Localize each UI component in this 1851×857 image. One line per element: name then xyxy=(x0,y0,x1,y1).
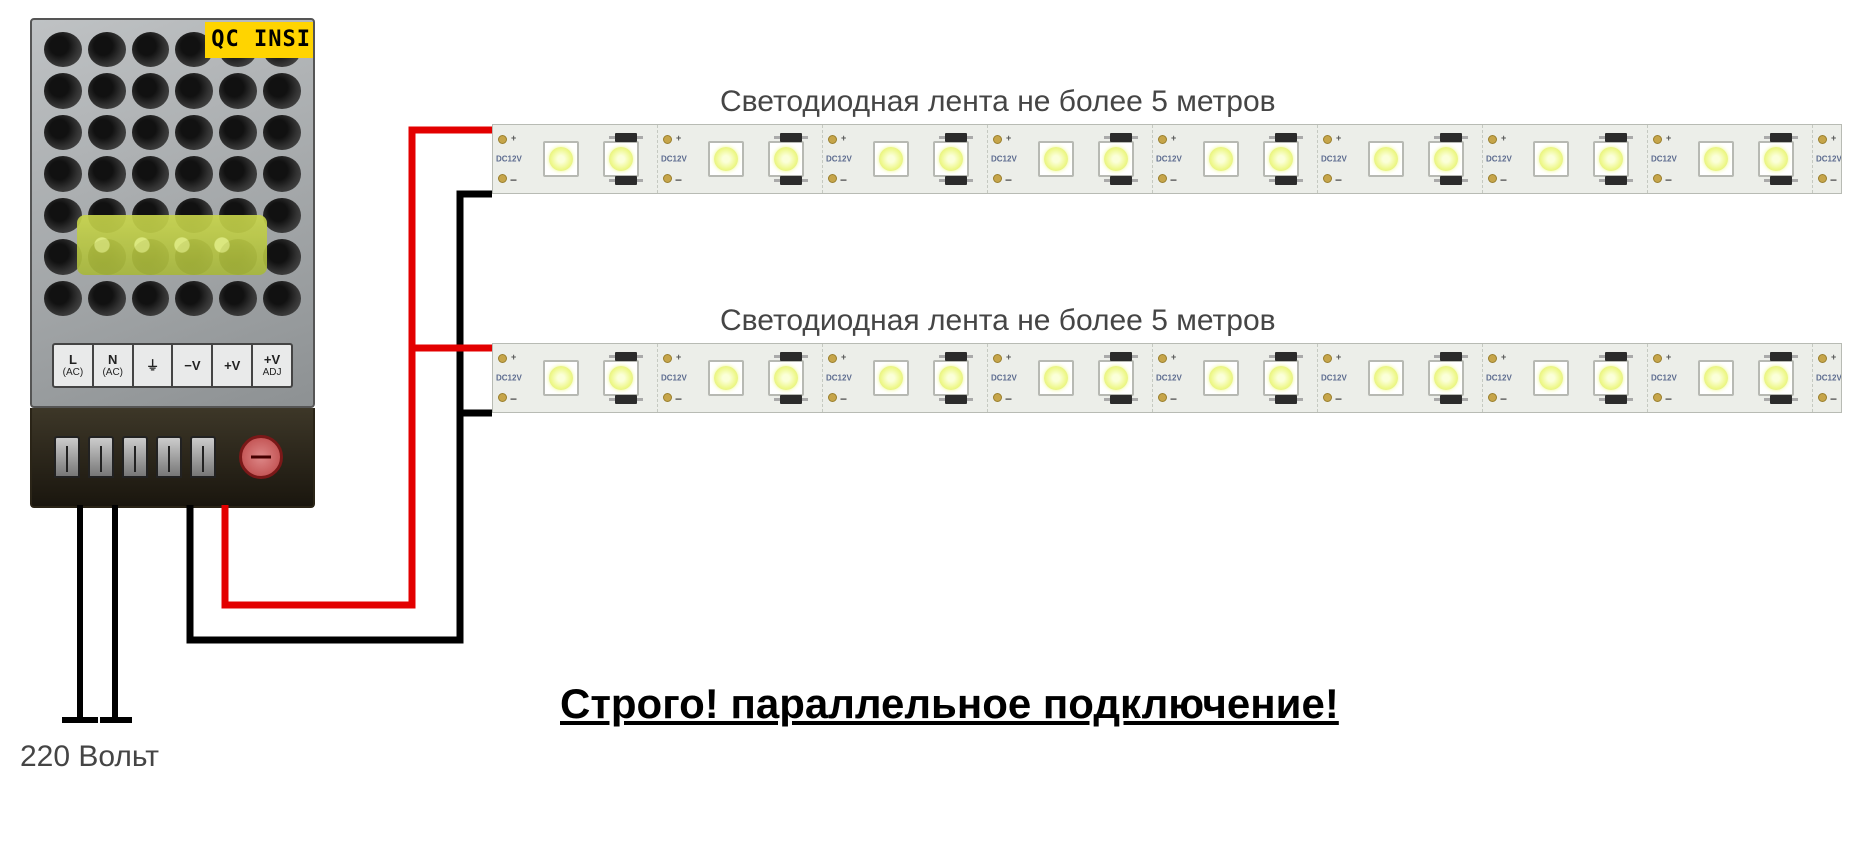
terminal-Vplus: +V xyxy=(213,345,253,386)
psu-internal-board xyxy=(77,215,267,275)
terminal-Vminus: −V xyxy=(173,345,213,386)
terminal-L: L(AC) xyxy=(54,345,94,386)
strip-1-caption: Светодиодная лента не более 5 метров xyxy=(720,85,1276,119)
strip-2-caption: Светодиодная лента не более 5 метров xyxy=(720,304,1276,338)
led-strip-1: + DC12V − + DC12V − + DC12V − + DC12V − … xyxy=(492,124,1842,194)
screw-terminal xyxy=(54,436,80,478)
psu-enclosure: QC INSI L(AC) N(AC) ⏚ −V +V +VADJ xyxy=(30,18,315,408)
screw-terminal xyxy=(156,436,182,478)
screw-terminal xyxy=(88,436,114,478)
led-strip-2: + DC12V − + DC12V − + DC12V − + DC12V − … xyxy=(492,343,1842,413)
parallel-warning: Строго! параллельное подключение! xyxy=(560,680,1339,728)
terminal-GND: ⏚ xyxy=(134,345,174,386)
ac-input-label: 220 Вольт xyxy=(20,740,159,774)
terminal-ADJ: +VADJ xyxy=(253,345,291,386)
voltage-adjust-knob xyxy=(239,435,283,479)
screw-terminal xyxy=(190,436,216,478)
terminal-label-plate: L(AC) N(AC) ⏚ −V +V +VADJ xyxy=(52,343,293,388)
qc-sticker: QC INSI xyxy=(205,22,313,58)
power-supply: QC INSI L(AC) N(AC) ⏚ −V +V +VADJ xyxy=(30,18,315,578)
screw-terminal xyxy=(122,436,148,478)
terminal-N: N(AC) xyxy=(94,345,134,386)
screw-terminal-block xyxy=(30,408,315,508)
